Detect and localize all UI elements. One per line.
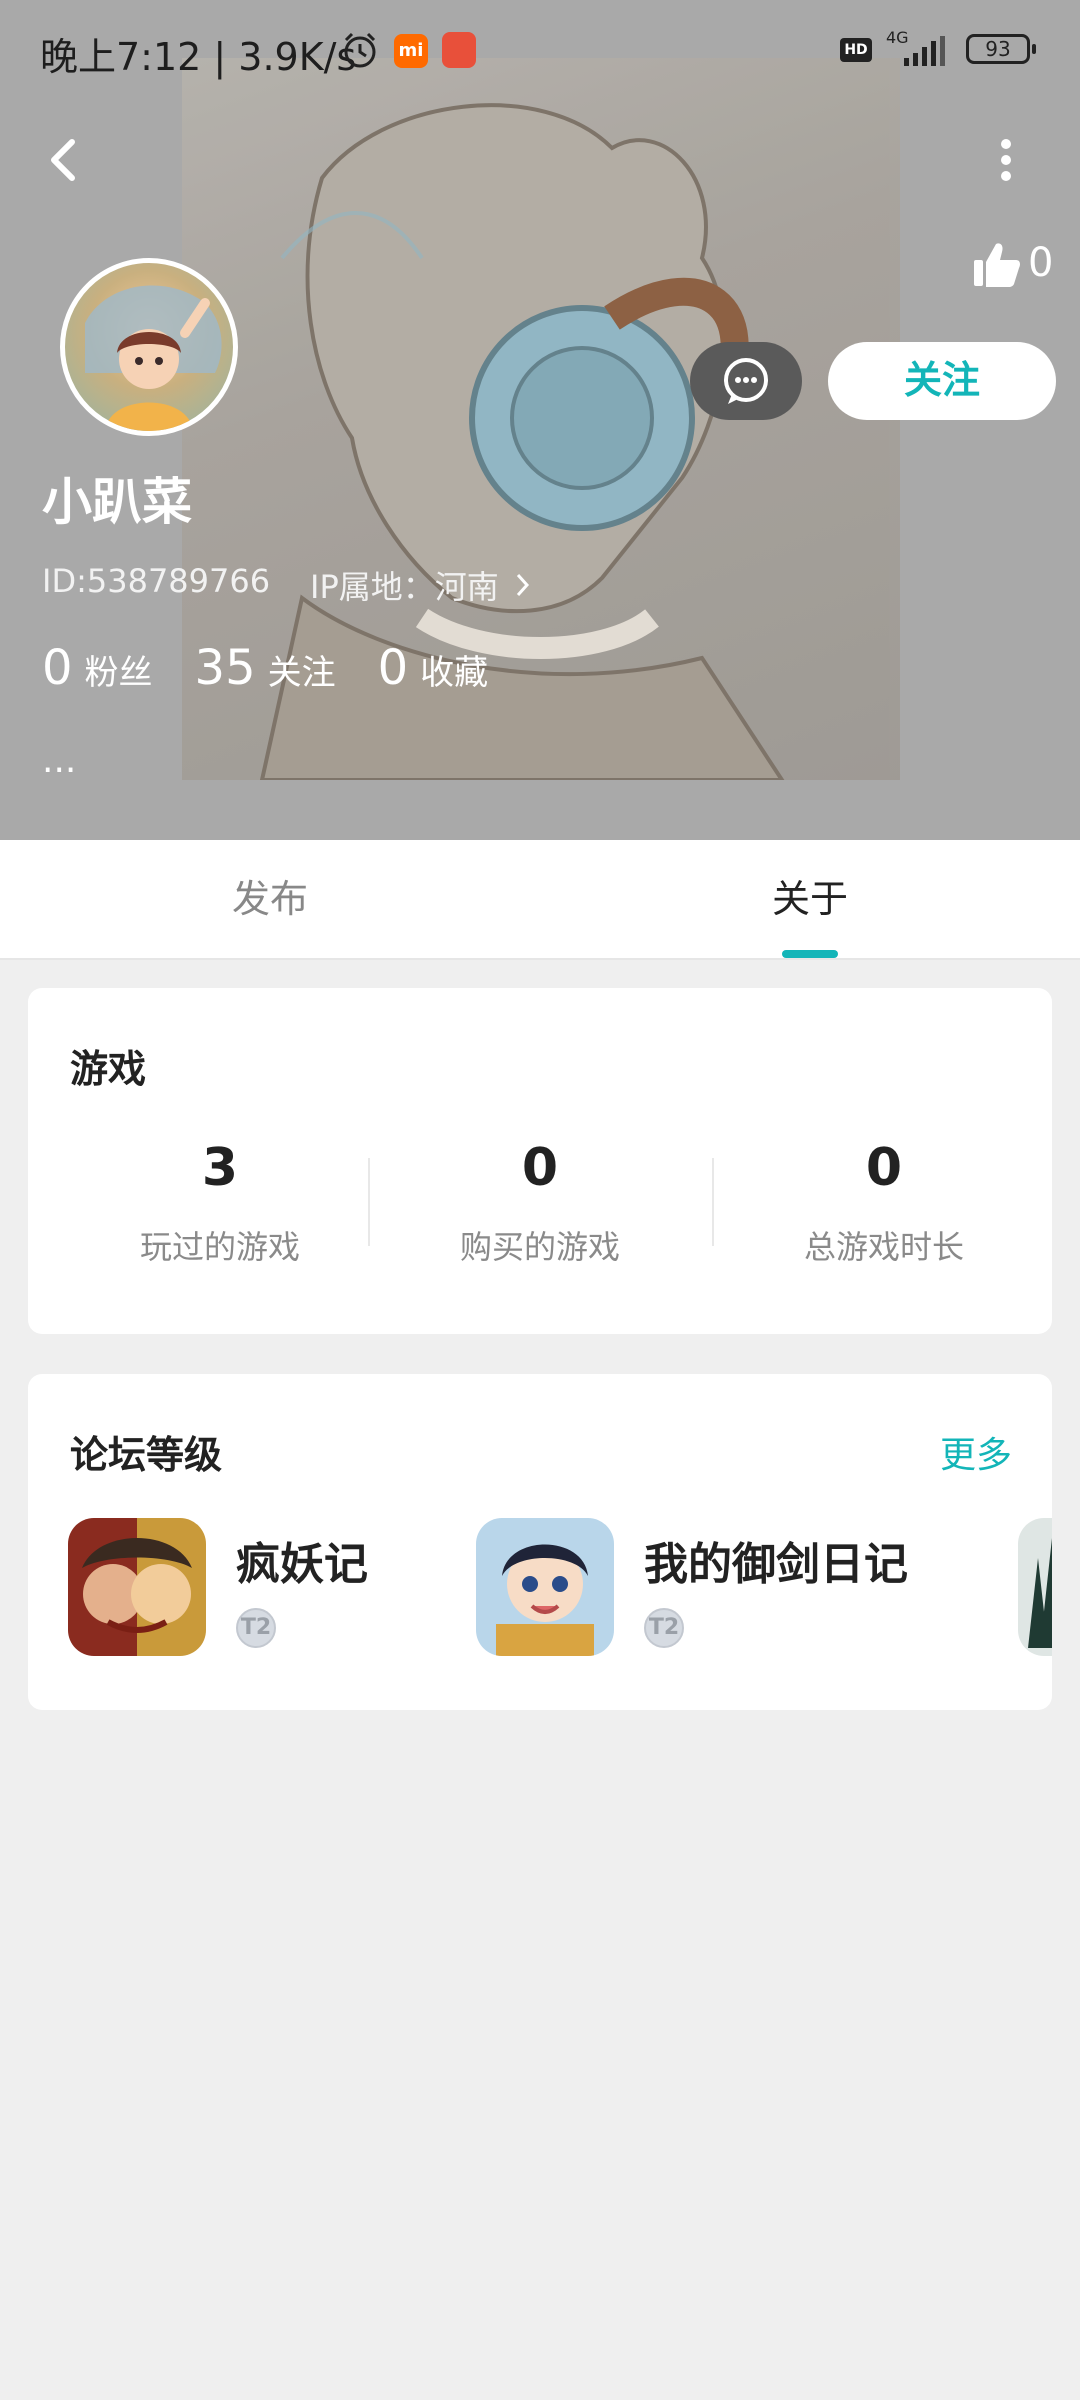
played-games-count: 3 bbox=[201, 1138, 239, 1198]
profile-tabs: 发布 关于 bbox=[0, 840, 1080, 960]
profile-stats: 0 粉丝 35 关注 0 收藏 bbox=[42, 640, 530, 696]
forum-item[interactable] bbox=[1018, 1518, 1052, 1658]
games-card-title: 游戏 bbox=[70, 1047, 147, 1091]
bio-text[interactable]: ... bbox=[42, 740, 76, 781]
tab-publish[interactable]: 发布 bbox=[0, 840, 540, 958]
thumbs-up-icon bbox=[974, 243, 1020, 287]
status-time: 晚上7:12 | 3.9K/s bbox=[40, 35, 357, 79]
back-button[interactable] bbox=[36, 130, 96, 190]
status-bar: 晚上7:12 | 3.9K/s mi HD 4G 93 bbox=[0, 0, 1080, 100]
profile-header: 晚上7:12 | 3.9K/s mi HD 4G 93 0 关注 小趴菜 ID:… bbox=[0, 0, 1080, 840]
game-icon-yujian-riji bbox=[476, 1518, 614, 1656]
fans-count[interactable]: 0 bbox=[42, 640, 73, 696]
alarm-icon bbox=[340, 30, 380, 74]
fans-label[interactable]: 粉丝 bbox=[85, 645, 153, 694]
more-link[interactable]: 更多 bbox=[940, 1426, 1012, 1478]
battery-icon: 93 bbox=[966, 34, 1036, 64]
forum-item-name: 疯妖记 bbox=[236, 1539, 368, 1590]
user-id: ID:538789766 bbox=[42, 562, 271, 600]
forum-item-name: 我的御剑日记 bbox=[644, 1539, 908, 1590]
active-tab-indicator bbox=[782, 950, 838, 958]
forum-item[interactable]: 我的御剑日记 T2 bbox=[476, 1518, 976, 1658]
total-playtime-value: 0 bbox=[865, 1138, 903, 1198]
chevron-left-icon bbox=[51, 139, 75, 181]
game-icon-fengyaoji bbox=[68, 1518, 206, 1656]
purchased-games-stat[interactable]: 0 购买的游戏 bbox=[370, 1138, 710, 1268]
forum-card-title: 论坛等级 bbox=[70, 1433, 223, 1477]
message-button[interactable] bbox=[690, 342, 802, 420]
played-games-label: 玩过的游戏 bbox=[139, 1228, 300, 1266]
level-badge-icon: T2 bbox=[236, 1608, 276, 1648]
more-vertical-icon bbox=[1001, 139, 1011, 181]
tab-about[interactable]: 关于 bbox=[540, 840, 1080, 958]
notification-app-icon bbox=[442, 32, 476, 68]
level-badge-icon: T2 bbox=[644, 1608, 684, 1648]
game-icon-partial bbox=[1018, 1518, 1052, 1656]
following-label[interactable]: 关注 bbox=[268, 645, 336, 694]
chevron-right-icon bbox=[515, 568, 531, 606]
follow-button[interactable]: 关注 bbox=[828, 342, 1056, 420]
ip-location-link[interactable]: IP属地：河南 bbox=[310, 562, 531, 608]
total-playtime-label: 总游戏时长 bbox=[803, 1228, 964, 1266]
games-card: 游戏 3 玩过的游戏 0 购买的游戏 0 总游戏时长 bbox=[28, 988, 1052, 1334]
avatar[interactable] bbox=[60, 258, 238, 436]
username: 小趴菜 bbox=[42, 473, 192, 531]
like-count: 0 bbox=[1028, 240, 1054, 286]
played-games-stat[interactable]: 3 玩过的游戏 bbox=[50, 1138, 390, 1268]
forum-item[interactable]: 疯妖记 T2 bbox=[68, 1518, 448, 1658]
signal-icon bbox=[900, 36, 950, 72]
purchased-games-count: 0 bbox=[521, 1138, 559, 1198]
total-playtime-stat[interactable]: 0 总游戏时长 bbox=[714, 1138, 1054, 1268]
favorites-label[interactable]: 收藏 bbox=[420, 645, 488, 694]
forum-level-card: 论坛等级 更多 疯妖记 T2 我的御剑日记 T2 bbox=[28, 1374, 1052, 1710]
more-options-button[interactable] bbox=[988, 130, 1024, 190]
ip-location-text: IP属地：河南 bbox=[310, 568, 499, 606]
favorites-count[interactable]: 0 bbox=[378, 640, 409, 696]
mi-app-icon: mi bbox=[394, 34, 428, 68]
following-count[interactable]: 35 bbox=[195, 640, 256, 696]
chat-bubble-icon bbox=[724, 358, 768, 404]
hd-icon: HD bbox=[840, 38, 872, 62]
purchased-games-label: 购买的游戏 bbox=[459, 1228, 620, 1266]
